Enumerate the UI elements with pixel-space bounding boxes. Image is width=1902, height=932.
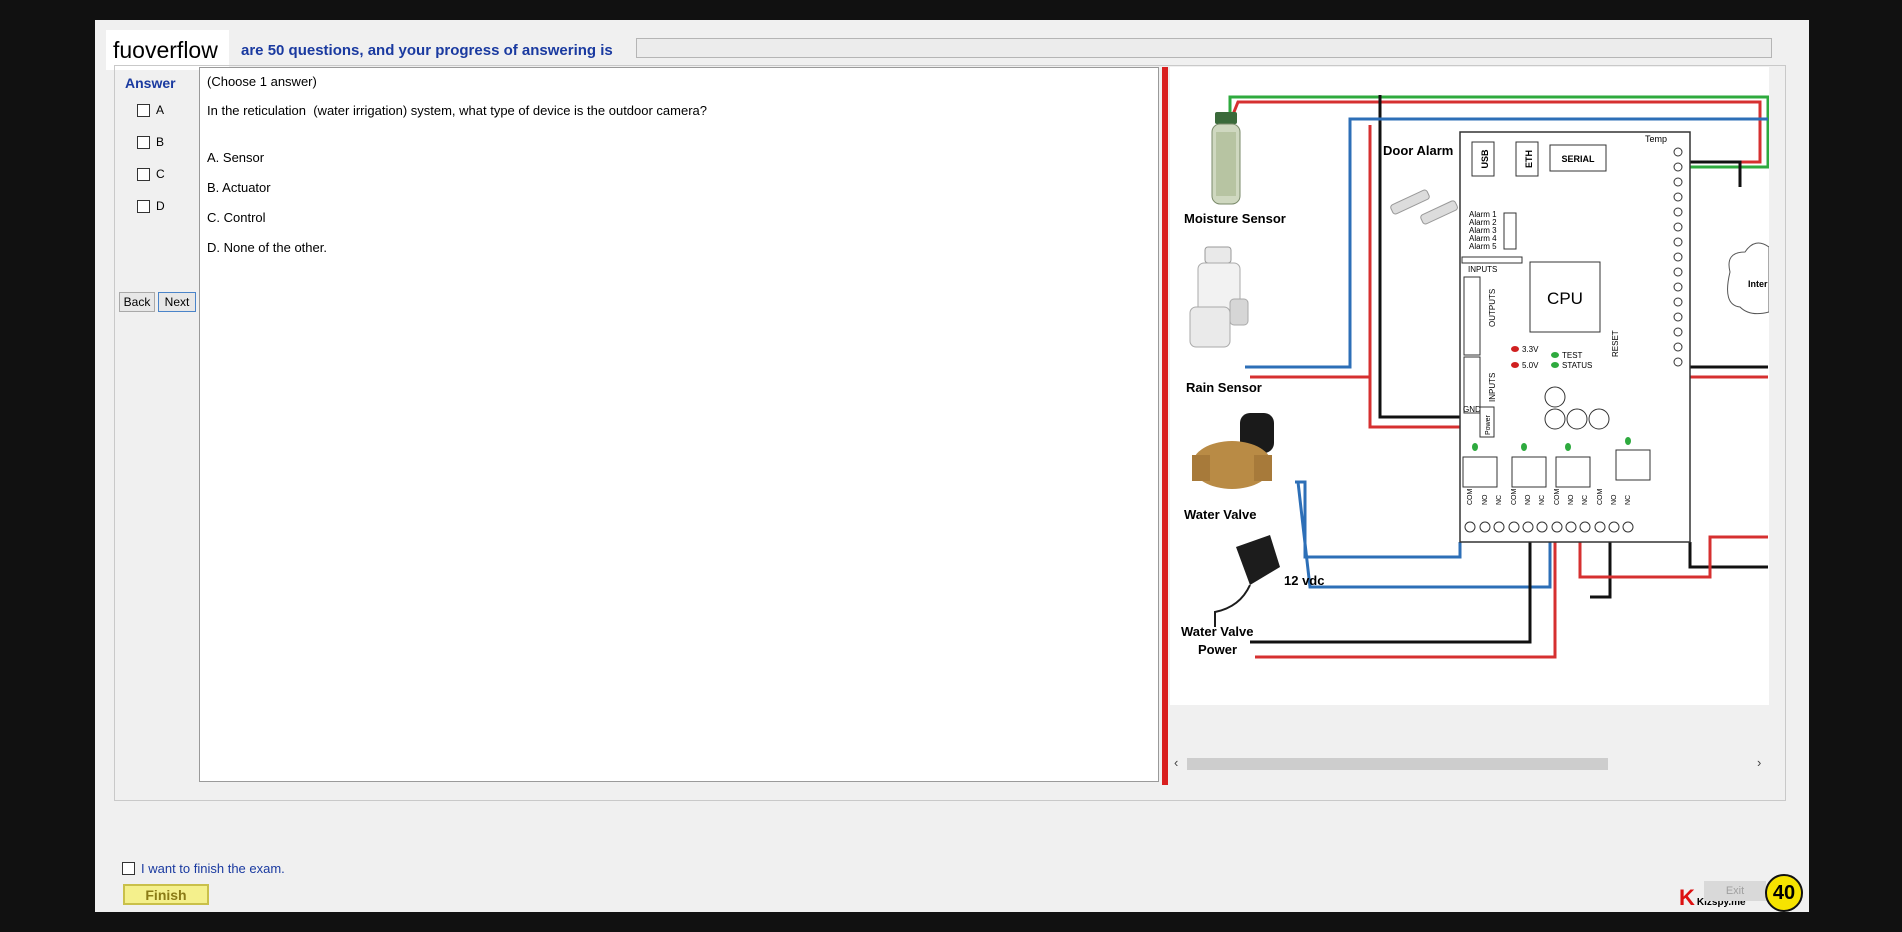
answer-option-label: D (156, 199, 165, 213)
scroll-right-icon[interactable]: › (1757, 755, 1761, 770)
svg-text:USB: USB (1480, 149, 1490, 169)
valve-power-label-2: Power (1198, 642, 1237, 657)
svg-text:NC: NC (1625, 495, 1632, 505)
wiring-diagram: USB ETH SERIAL Temp CPU INPUTS OUTPUTS I… (1181, 95, 1770, 659)
checkbox-b[interactable] (137, 135, 150, 149)
rain-sensor-icon (1189, 246, 1249, 348)
rain-sensor-label: Rain Sensor (1186, 380, 1262, 395)
next-button[interactable]: Next (158, 292, 196, 312)
progress-bar (636, 38, 1772, 58)
outputs-header (1463, 276, 1481, 356)
blue-wire-valve (1295, 480, 1462, 559)
svg-text:Temp: Temp (1645, 134, 1667, 144)
choice-d: D. None of the other. (207, 240, 327, 255)
power-adapter-icon (1214, 535, 1280, 627)
svg-text:Alarm 5: Alarm 5 (1469, 242, 1497, 251)
exam-window: fuoverflow are 50 questions, and your pr… (95, 20, 1809, 912)
checkbox-a[interactable] (137, 103, 150, 117)
svg-text:SERIAL: SERIAL (1561, 154, 1595, 164)
checkbox-c[interactable] (137, 167, 150, 181)
water-valve-label: Water Valve (1184, 507, 1257, 522)
k-logo-icon: K (1679, 885, 1695, 910)
svg-text:COM: COM (1467, 489, 1474, 506)
answer-option-label: B (156, 135, 165, 149)
moisture-sensor-label: Moisture Sensor (1184, 211, 1286, 226)
checkbox-d[interactable] (137, 199, 150, 213)
svg-text:3.3V: 3.3V (1522, 345, 1539, 354)
answer-option-b[interactable]: B (137, 135, 164, 149)
svg-text:INPUTS: INPUTS (1488, 373, 1497, 402)
svg-text:Power: Power (1485, 414, 1492, 435)
scroll-thumb[interactable] (1187, 758, 1608, 770)
answer-option-c[interactable]: C (137, 167, 165, 181)
scroll-left-icon[interactable]: ‹ (1174, 755, 1178, 770)
brand-logo: fuoverflow (106, 30, 229, 70)
question-text: In the reticulation (water irrigation) s… (207, 103, 708, 118)
finish-exam-option[interactable]: I want to finish the exam. (122, 861, 285, 876)
horizontal-scrollbar[interactable]: ‹ › (1170, 755, 1769, 773)
finish-exam-checkbox[interactable] (122, 862, 135, 875)
svg-text:CPU: CPU (1547, 289, 1583, 308)
svg-text:ETH: ETH (1524, 150, 1534, 168)
svg-text:COM: COM (1511, 489, 1518, 506)
svg-text:NO: NO (1525, 494, 1532, 505)
valve-power-label: Water Valve (1181, 624, 1254, 639)
water-valve-icon (1192, 413, 1274, 489)
svg-text:COM: COM (1554, 489, 1561, 506)
panel-divider[interactable] (1162, 67, 1168, 785)
answer-option-label: C (156, 167, 165, 181)
door-alarm-label: Door Alarm (1383, 143, 1453, 158)
question-instruction: (Choose 1 answer) (207, 74, 317, 89)
back-button[interactable]: Back (119, 292, 155, 312)
svg-text:Inter: Inter (1748, 279, 1768, 289)
answer-option-a[interactable]: A (137, 103, 164, 117)
timer-badge: 40 (1765, 874, 1803, 912)
svg-text:GND: GND (1463, 405, 1481, 414)
svg-text:NC: NC (1496, 495, 1503, 505)
question-panel: (Choose 1 answer) In the reticulation (w… (199, 67, 1159, 782)
svg-text:COM: COM (1597, 489, 1604, 506)
door-alarm-icon (1390, 189, 1458, 225)
svg-text:STATUS: STATUS (1562, 361, 1592, 370)
answer-panel: Answer A B C D (115, 67, 195, 797)
top-bar: fuoverflow are 50 questions, and your pr… (95, 20, 1809, 70)
svg-text:RESET: RESET (1611, 330, 1620, 357)
svg-text:NC: NC (1582, 495, 1589, 505)
svg-text:5.0V: 5.0V (1522, 361, 1539, 370)
diagram-canvas: USB ETH SERIAL Temp CPU INPUTS OUTPUTS I… (1170, 67, 1770, 705)
svg-text:NO: NO (1568, 494, 1575, 505)
svg-text:NO: NO (1482, 494, 1489, 505)
choice-a: A. Sensor (207, 150, 265, 165)
svg-text:NO: NO (1611, 494, 1618, 505)
progress-text: are 50 questions, and your progress of a… (241, 42, 613, 59)
red-wire-rain (1368, 125, 1460, 429)
finish-button[interactable]: Finish (123, 884, 209, 905)
answer-option-label: A (156, 103, 165, 117)
red-wire-power (1255, 542, 1557, 659)
finish-exam-label: I want to finish the exam. (141, 861, 285, 876)
svg-text:INPUTS: INPUTS (1468, 265, 1497, 274)
answer-title: Answer (125, 75, 176, 91)
moisture-sensor-icon (1211, 112, 1241, 205)
svg-text:TEST: TEST (1562, 351, 1583, 360)
vdc-label: 12 vdc (1284, 573, 1324, 588)
diagram-panel: USB ETH SERIAL Temp CPU INPUTS OUTPUTS I… (1170, 67, 1770, 785)
right-terminals (1673, 147, 1683, 367)
exit-button[interactable]: Exit (1704, 881, 1766, 901)
svg-text:OUTPUTS: OUTPUTS (1488, 289, 1497, 327)
svg-text:NC: NC (1539, 495, 1546, 505)
choice-c: C. Control (207, 210, 266, 225)
answer-option-d[interactable]: D (137, 199, 165, 213)
choice-b: B. Actuator (207, 180, 271, 195)
